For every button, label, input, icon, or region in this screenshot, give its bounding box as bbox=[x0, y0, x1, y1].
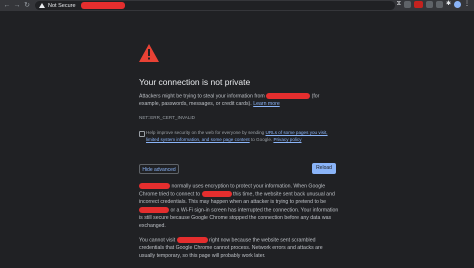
extension-icon[interactable] bbox=[425, 1, 433, 8]
forward-icon[interactable]: → bbox=[12, 0, 22, 11]
browser-toolbar: ← → ↻ Not Secure ⧖ ✱ ⋮ bbox=[0, 0, 474, 11]
extension-icon[interactable] bbox=[413, 1, 423, 8]
extension-icon[interactable]: ⧖ bbox=[397, 1, 401, 8]
not-secure-label[interactable]: Not Secure bbox=[48, 3, 76, 9]
warning-icon[interactable] bbox=[39, 3, 45, 8]
redacted-domain bbox=[139, 206, 169, 213]
redacted-domain bbox=[201, 191, 232, 198]
puzzle-icon[interactable]: ✱ bbox=[446, 1, 451, 8]
error-code: NET::ERR_CERT_INVALID bbox=[139, 115, 195, 120]
detail-text: You cannot visit bbox=[139, 237, 176, 244]
redacted-domain bbox=[139, 183, 170, 189]
report-checkbox[interactable] bbox=[139, 131, 145, 137]
learn-more-link[interactable]: Learn more bbox=[253, 101, 280, 107]
privacy-policy-link[interactable]: Privacy policy bbox=[273, 137, 301, 142]
redacted-domain bbox=[176, 237, 208, 243]
intro-text: Attackers might be trying to steal your … bbox=[139, 93, 339, 108]
extensions-area: ⧖ ✱ ⋮ bbox=[397, 1, 470, 8]
warning-triangle-icon bbox=[139, 44, 159, 62]
report-prefix: Help improve security on the web for eve… bbox=[146, 130, 265, 135]
hide-advanced-button[interactable]: Hide advanced bbox=[139, 164, 179, 174]
address-bar[interactable]: Not Secure bbox=[35, 1, 395, 10]
reload-icon[interactable]: ↻ bbox=[22, 0, 32, 11]
menu-icon[interactable]: ⋮ bbox=[464, 1, 470, 8]
redacted-url bbox=[80, 2, 125, 9]
details-paragraph: normally uses encryption to protect your… bbox=[139, 183, 339, 230]
avatar[interactable] bbox=[454, 1, 461, 8]
detail-text: or a Wi-Fi sign-in screen has interrupte… bbox=[139, 207, 339, 229]
report-text: Help improve security on the web for eve… bbox=[146, 129, 342, 143]
redacted-domain bbox=[266, 93, 311, 99]
back-icon[interactable]: ← bbox=[2, 0, 12, 11]
extension-icon[interactable] bbox=[403, 1, 411, 8]
intro-prefix: Attackers might be trying to steal your … bbox=[139, 93, 265, 100]
report-mid: to Google. bbox=[250, 137, 273, 142]
page-title: Your connection is not private bbox=[139, 77, 251, 87]
details-paragraph-2: You cannot visit right now because the w… bbox=[139, 237, 339, 260]
reload-button[interactable]: Reload bbox=[312, 163, 336, 174]
extension-icon[interactable] bbox=[435, 1, 443, 8]
